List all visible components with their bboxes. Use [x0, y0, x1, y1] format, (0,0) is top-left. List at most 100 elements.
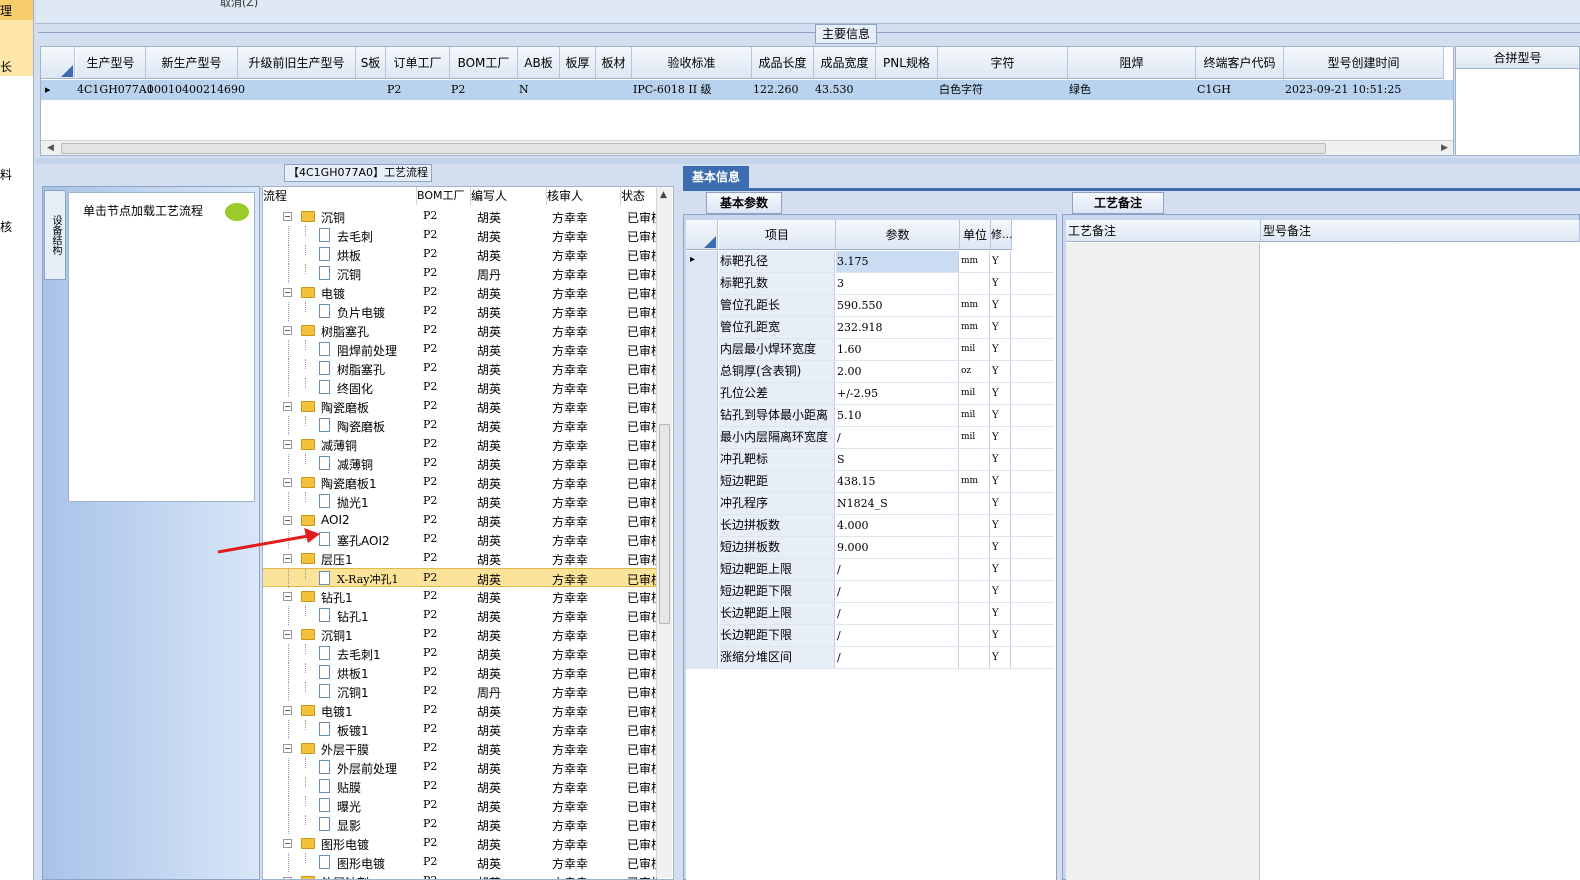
- tree-row[interactable]: 显影 P2 胡英 方幸幸 已审核: [263, 815, 659, 834]
- tree-row[interactable]: − 电镀 P2 胡英 方幸幸 已审核: [263, 283, 659, 302]
- column-header[interactable]: 验收标准: [632, 47, 752, 79]
- row-indicator[interactable]: [686, 493, 718, 514]
- tree-node-label[interactable]: 钻孔1: [337, 608, 369, 625]
- param-item[interactable]: 涨缩分堆区间: [719, 647, 835, 668]
- row-indicator[interactable]: [686, 383, 718, 404]
- param-value[interactable]: +/-2.95: [836, 383, 959, 404]
- tree-node-label[interactable]: 去毛刺: [337, 228, 373, 245]
- tree-node-label[interactable]: 曝光: [337, 798, 361, 815]
- row-indicator[interactable]: [686, 559, 718, 580]
- main-info-grid[interactable]: 生产型号 新生产型号 升级前旧生产型号 S板 订单工厂 BOM工厂 AB板 板厚 板材 验收标准成…: [40, 46, 1454, 156]
- tree-node-label[interactable]: 去毛刺1: [337, 646, 381, 663]
- param-value[interactable]: /: [836, 427, 959, 448]
- row-indicator[interactable]: [686, 339, 718, 360]
- param-item[interactable]: 钻孔到导体最小距离: [719, 405, 835, 426]
- tree-row[interactable]: − 陶瓷磨板1 P2 胡英 方幸幸 已审核: [263, 473, 659, 492]
- tree-row[interactable]: 钻孔1 P2 胡英 方幸幸 已审核: [263, 606, 659, 625]
- table-cell[interactable]: N: [519, 80, 561, 100]
- table-cell[interactable]: [597, 80, 633, 100]
- tree-header-writer[interactable]: 编写人: [471, 187, 547, 205]
- process-notes-grid[interactable]: 工艺备注 型号备注: [1066, 220, 1580, 880]
- param-row[interactable]: 标靶孔数 3 Y: [686, 273, 1054, 295]
- param-value[interactable]: 9.000: [836, 537, 959, 558]
- scroll-up-icon[interactable]: ▲: [660, 190, 667, 200]
- tree-node-label[interactable]: 板镀1: [337, 722, 369, 739]
- tree-node-label[interactable]: 显影: [337, 817, 361, 834]
- tree-node-label[interactable]: 图形电镀: [321, 836, 369, 853]
- param-value[interactable]: 1.60: [836, 339, 959, 360]
- tree-row[interactable]: − 减薄铜 P2 胡英 方幸幸 已审核: [263, 435, 659, 454]
- row-indicator[interactable]: [686, 471, 718, 492]
- tree-node-label[interactable]: 减薄铜: [321, 437, 357, 454]
- tree-row[interactable]: − 图形电镀 P2 胡英 方幸幸 已审核: [263, 834, 659, 853]
- tree-row[interactable]: − 陶瓷磨板 P2 胡英 方幸幸 已审核: [263, 397, 659, 416]
- notes-header-process[interactable]: 工艺备注: [1066, 220, 1261, 242]
- load-process-box[interactable]: 单击节点加载工艺流程: [68, 192, 255, 502]
- column-header[interactable]: 生产型号: [76, 47, 146, 79]
- param-header-modify[interactable]: 修...: [991, 220, 1013, 250]
- row-indicator[interactable]: ▸: [686, 251, 718, 272]
- process-notes-column[interactable]: [1066, 243, 1260, 880]
- param-value[interactable]: 438.15: [836, 471, 959, 492]
- tree-node-label[interactable]: 树脂塞孔: [321, 323, 369, 340]
- tree-node-label[interactable]: 陶瓷磨板: [337, 418, 385, 435]
- table-cell[interactable]: [239, 80, 357, 100]
- param-row[interactable]: 最小内层隔离环宽度 / mil Y: [686, 427, 1054, 449]
- collapse-icon[interactable]: −: [283, 440, 292, 449]
- basic-params-grid[interactable]: 项目 参数 单位 修... ▸ 标靶孔径 3.175 mm Y 标靶孔数 3 Y 管位孔距长 59…: [686, 220, 1056, 880]
- column-header[interactable]: PNL规格: [876, 47, 938, 79]
- param-row[interactable]: 管位孔距长 590.550 mm Y: [686, 295, 1054, 317]
- param-value[interactable]: /: [836, 603, 959, 624]
- tree-row[interactable]: 阻焊前处理 P2 胡英 方幸幸 已审核: [263, 340, 659, 359]
- param-value[interactable]: N1824_S: [836, 493, 959, 514]
- param-row[interactable]: 钻孔到导体最小距离 5.10 mil Y: [686, 405, 1054, 427]
- param-row[interactable]: 短边靶距上限 / Y: [686, 559, 1054, 581]
- tree-node-label[interactable]: 图形电镀: [337, 855, 385, 872]
- param-item[interactable]: 冲孔靶标: [719, 449, 835, 470]
- param-item[interactable]: 短边靶距上限: [719, 559, 835, 580]
- row-indicator[interactable]: [686, 603, 718, 624]
- column-header[interactable]: 成品长度: [752, 47, 814, 79]
- tree-node-label[interactable]: 外层干膜: [321, 741, 369, 758]
- horizontal-scrollbar[interactable]: ◀ ▶: [41, 140, 1453, 155]
- tab-basic-info[interactable]: 基本信息: [683, 166, 749, 188]
- param-header-unit[interactable]: 单位: [960, 220, 991, 250]
- side-tab-equipment[interactable]: 设备结构: [44, 190, 66, 280]
- scroll-left-icon[interactable]: ◀: [47, 138, 54, 158]
- collapse-icon[interactable]: −: [283, 326, 292, 335]
- param-item[interactable]: 短边靶距下限: [719, 581, 835, 602]
- column-header[interactable]: 订单工厂: [386, 47, 450, 79]
- cancel-button[interactable]: 取消(Z): [220, 0, 258, 10]
- param-item[interactable]: 短边拼板数: [719, 537, 835, 558]
- param-value[interactable]: 2.00: [836, 361, 959, 382]
- tree-row[interactable]: 贴膜 P2 胡英 方幸幸 已审核: [263, 777, 659, 796]
- scrollbar-thumb[interactable]: [61, 143, 1326, 154]
- tree-row[interactable]: 负片电镀 P2 胡英 方幸幸 已审核: [263, 302, 659, 321]
- param-value[interactable]: 232.918: [836, 317, 959, 338]
- tree-node-label[interactable]: 抛光1: [337, 494, 369, 511]
- tree-row[interactable]: 曝光 P2 胡英 方幸幸 已审核: [263, 796, 659, 815]
- column-header[interactable]: 升级前旧生产型号: [238, 47, 356, 79]
- column-header[interactable]: 板材: [596, 47, 632, 79]
- panel-splitter[interactable]: [36, 158, 1580, 164]
- row-indicator[interactable]: [686, 295, 718, 316]
- column-header[interactable]: 型号创建时间: [1284, 47, 1444, 79]
- param-item[interactable]: 管位孔距宽: [719, 317, 835, 338]
- row-indicator[interactable]: [686, 449, 718, 470]
- tree-row[interactable]: 外层前处理 P2 胡英 方幸幸 已审核: [263, 758, 659, 777]
- tree-node-label[interactable]: 外层蚀刻: [321, 874, 369, 879]
- tree-row[interactable]: 减薄铜 P2 胡英 方幸幸 已审核: [263, 454, 659, 473]
- tree-node-label[interactable]: 塞孔AOI2: [337, 532, 390, 549]
- left-nav-item[interactable]: 核: [0, 218, 12, 235]
- tree-node-label[interactable]: 钻孔1: [321, 589, 353, 606]
- param-row[interactable]: 长边靶距上限 / Y: [686, 603, 1054, 625]
- table-cell[interactable]: C1GH: [1197, 80, 1285, 100]
- tree-node-label[interactable]: 阻焊前处理: [337, 342, 397, 359]
- param-value[interactable]: 3: [836, 273, 959, 294]
- row-indicator[interactable]: [686, 647, 718, 668]
- table-row[interactable]: ▸ 4C1GH077A0 10010400214690 P2 P2 N IPC-6018 …: [41, 80, 1453, 100]
- tree-row[interactable]: X-Ray冲孔1 P2 胡英 方幸幸 已审核: [263, 568, 659, 588]
- table-cell[interactable]: 122.260: [753, 80, 815, 100]
- tree-row[interactable]: −外层蚀刻P2胡英方幸幸已审核: [263, 872, 659, 879]
- param-header-item[interactable]: 项目: [719, 220, 836, 250]
